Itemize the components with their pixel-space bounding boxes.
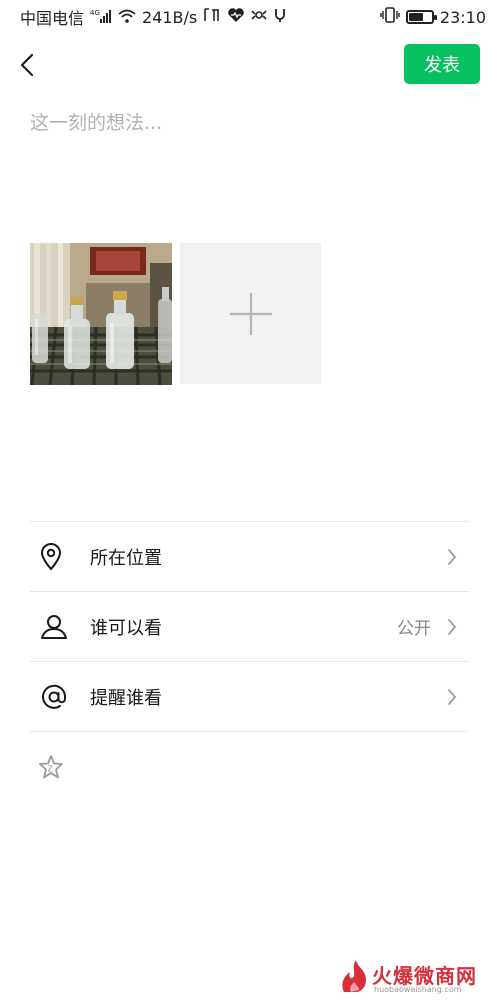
battery-icon [405,10,437,24]
status-bar: 中国电信 4G 241B/s 23:10 [0,0,500,34]
back-button[interactable] [12,48,42,82]
battery-fill [408,13,424,21]
status-left: 中国电信 4G 241B/s [20,5,287,29]
chevron-right-icon [441,688,463,706]
post-text-input[interactable] [30,108,470,218]
chevron-right-icon [441,548,463,566]
photo-thumbnail[interactable] [30,243,172,385]
option-visibility-value: 公开 [397,619,431,639]
option-location-label: 所在位置 [90,547,162,569]
post-options-list: 所在位置 谁可以看 公开 提醒谁看 [30,521,469,732]
plus-icon [229,292,272,335]
nav-bar: 发表 [0,40,500,90]
publish-button[interactable]: 发表 [404,44,480,84]
add-photo-button[interactable] [180,243,321,384]
network-badge: 4G [90,9,100,17]
cell-signal-icon: 4G [90,9,112,26]
clock-time: 23:10 [439,7,486,27]
person-icon [30,614,90,640]
star-badge-icon[interactable]: Z [38,754,64,780]
watermark-url: huobaoweishang.com [374,985,462,994]
site-watermark: 火爆微商网 huobaoweishang.com [338,958,488,996]
alarm-icon [273,7,287,27]
location-pin-icon [30,542,90,571]
flame-logo-icon [342,960,366,992]
status-right: 23:10 [380,7,486,27]
listen-app-icon [203,7,221,27]
option-mention[interactable]: 提醒谁看 [30,662,469,732]
svg-text:Z: Z [48,765,54,774]
liquor-bottles-photo [30,243,172,385]
option-visibility-label: 谁可以看 [90,617,162,639]
option-mention-label: 提醒谁看 [90,687,162,709]
option-visibility[interactable]: 谁可以看 公开 [30,592,469,662]
health-heart-icon [227,7,245,27]
moments-compose-screen: 中国电信 4G 241B/s 23:10 发表 这一刻的想法... 所在位置 谁… [0,0,500,1000]
at-icon [30,683,90,711]
chevron-right-icon [441,618,463,636]
network-speed: 241B/s [142,7,198,27]
option-location[interactable]: 所在位置 [30,522,469,592]
media-row [30,243,321,385]
chevron-left-icon [20,53,34,77]
carrier-label: 中国电信 [20,9,85,28]
vibrate-icon [380,7,400,27]
wifi-icon [118,8,136,27]
sync-icon [251,7,267,27]
